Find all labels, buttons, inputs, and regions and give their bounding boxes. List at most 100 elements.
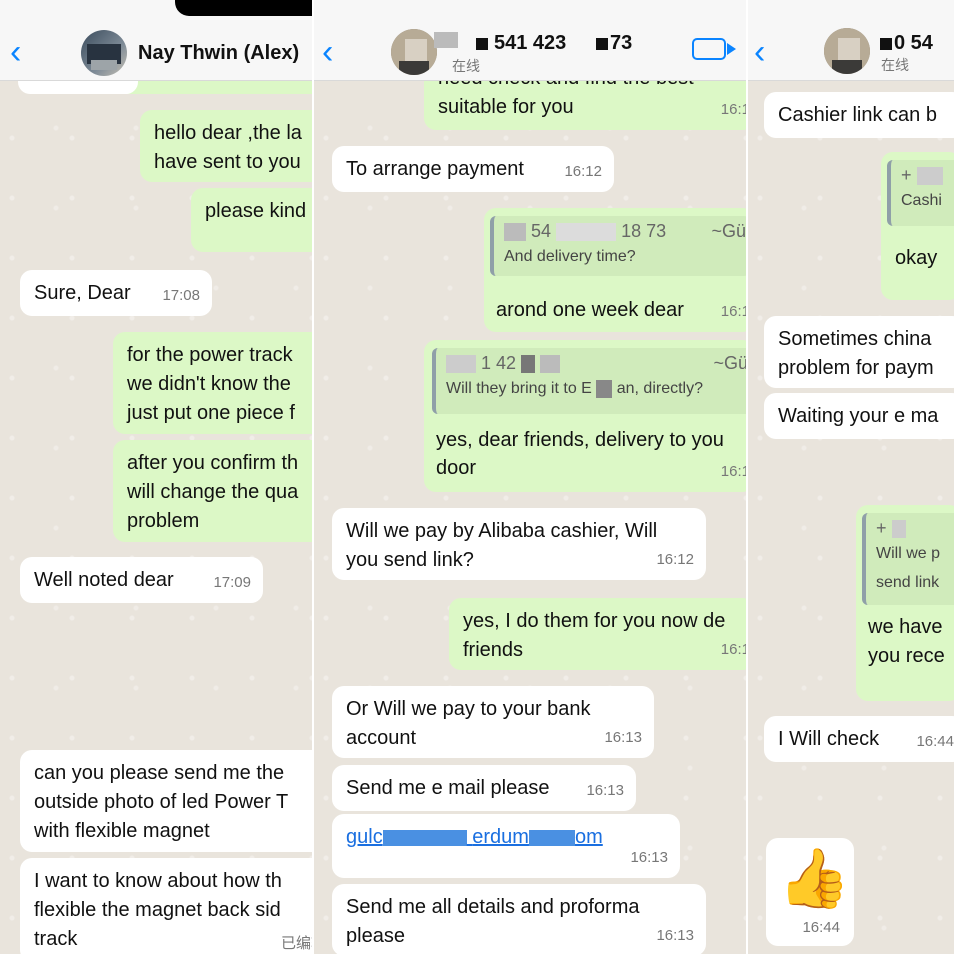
- avatar[interactable]: [391, 29, 437, 75]
- message-text: outside photo of led Power T: [34, 791, 289, 813]
- message-time: 16:12: [564, 163, 602, 180]
- message-text: we have: [868, 616, 943, 638]
- message-text: Well noted dear: [34, 569, 174, 591]
- redacted-block: [548, 829, 575, 846]
- message-text: yes, I do them for you now de: [463, 610, 726, 632]
- redacted-block: [446, 355, 476, 374]
- message-bubble[interactable]: please kind: [191, 188, 312, 252]
- back-chevron-icon[interactable]: ‹: [10, 35, 21, 69]
- message-text: I Will check: [778, 728, 880, 750]
- message-bubble[interactable]: Send me e mail please 16:13: [332, 765, 636, 811]
- message-bubble[interactable]: Send me all details and proforma please …: [332, 884, 706, 954]
- quote-text: an, directly?: [616, 380, 703, 397]
- message-text: friends: [463, 639, 524, 661]
- message-time: 16:1: [720, 463, 746, 480]
- redacted-block: [528, 829, 549, 846]
- message-bubble[interactable]: 1 42 ~Gü Will they bring it to E an, dir…: [424, 340, 746, 492]
- message-bubble[interactable]: + Will we p send link we have you rece: [856, 505, 954, 701]
- message-text: with flexible magnet: [34, 820, 210, 842]
- message-text: account: [346, 727, 417, 749]
- email-link-part: erdum: [472, 826, 529, 848]
- email-link[interactable]: gulc erdum om: [346, 823, 666, 852]
- back-chevron-icon[interactable]: ‹: [322, 35, 333, 69]
- message-text: problem: [127, 510, 200, 532]
- message-bubble[interactable]: Cashier link can b: [764, 92, 954, 138]
- message-bubble[interactable]: Sure, Dear 17:08: [20, 270, 212, 316]
- quote-author: +: [876, 518, 887, 538]
- message-bubble[interactable]: after you confirm th will change the qua…: [113, 440, 312, 542]
- quoted-message[interactable]: 54 18 73 ~Gü And delivery time?: [490, 216, 746, 276]
- avatar[interactable]: [824, 28, 870, 74]
- message-bubble[interactable]: hello dear ,the la have sent to you: [140, 110, 312, 182]
- email-link-part: gulc: [346, 826, 383, 848]
- message-text: Sometimes china: [778, 328, 932, 350]
- message-bubble[interactable]: 54 18 73 ~Gü And delivery time? arond on…: [484, 208, 746, 332]
- message-text: can you please send me the: [34, 762, 285, 784]
- chat-header: ‹ Nay Thwin (Alex): [0, 0, 312, 81]
- message-bubble[interactable]: 👍 16:44: [766, 838, 854, 946]
- message-bubble[interactable]: yes, I do them for you now de friends 16…: [449, 598, 746, 670]
- back-chevron-icon[interactable]: ‹: [754, 35, 765, 69]
- avatar-image: [824, 28, 870, 74]
- message-text: Will we pay by Alibaba cashier, Will: [346, 520, 658, 542]
- message-bubble-partial: [18, 80, 138, 94]
- edited-label: 已编辑: [280, 935, 312, 952]
- contact-name[interactable]: Nay Thwin (Alex): [138, 42, 299, 65]
- message-bubble[interactable]: To arrange payment 16:12: [332, 146, 614, 192]
- message-text: Send me all details and proforma: [346, 896, 640, 918]
- message-bubble[interactable]: gulc erdum om 16:13: [332, 814, 680, 878]
- message-bubble[interactable]: Waiting your e ma: [764, 393, 954, 439]
- contact-name[interactable]: 541 423: [494, 32, 566, 55]
- message-text: yes, dear friends, delivery to you: [436, 429, 724, 451]
- quoted-message[interactable]: + Will we p send link: [862, 513, 954, 605]
- message-bubble[interactable]: I Will check 16:44: [764, 716, 954, 762]
- chat-header: ‹ 541 423 73 在线: [314, 0, 746, 81]
- redacted-block: [521, 355, 536, 374]
- message-bubble[interactable]: Or Will we pay to your bank account 16:1…: [332, 686, 654, 758]
- quote-text: send link: [876, 574, 940, 591]
- message-text: Sure, Dear: [34, 282, 131, 304]
- message-text: please kind: [205, 200, 307, 222]
- message-bubble[interactable]: Sometimes china problem for paym: [764, 316, 954, 388]
- message-bubble[interactable]: + Cashi okay: [881, 152, 954, 300]
- message-text: hello dear ,the la: [154, 122, 302, 144]
- quote-author: 54: [531, 221, 552, 241]
- message-bubble[interactable]: Well noted dear 17:09: [20, 557, 263, 603]
- message-text: flexible the magnet back sid: [34, 899, 281, 921]
- quote-author: 1 42: [481, 353, 517, 373]
- message-text: Waiting your e ma: [778, 405, 939, 427]
- message-text: Send me e mail please: [346, 777, 550, 799]
- video-call-icon[interactable]: [692, 38, 736, 60]
- message-text: I want to know about how th: [34, 870, 282, 892]
- quoted-message[interactable]: 1 42 ~Gü Will they bring it to E an, dir…: [432, 348, 746, 414]
- quoted-message[interactable]: + Cashi: [887, 160, 954, 226]
- quote-text: Will they bring it to E: [446, 380, 592, 397]
- redacted-block: [476, 38, 488, 50]
- avatar[interactable]: [81, 30, 127, 76]
- message-text: have sent to you: [154, 151, 301, 173]
- message-time: 16:1: [720, 101, 746, 118]
- message-bubble[interactable]: Will we pay by Alibaba cashier, Will you…: [332, 508, 706, 580]
- message-time: 16:13: [656, 927, 694, 944]
- message-text: you send link?: [346, 549, 474, 571]
- message-time: 16:1: [720, 641, 746, 658]
- redacted-block: [916, 167, 943, 186]
- message-text: arond one week dear: [496, 299, 684, 321]
- message-time: 16:13: [586, 782, 624, 799]
- message-bubble[interactable]: I want to know about how th flexible the…: [20, 858, 312, 954]
- message-text: will change the qua: [127, 481, 299, 503]
- redacted-block: [406, 829, 467, 846]
- quote-text: Cashi: [901, 192, 942, 209]
- message-text: track: [34, 928, 78, 950]
- redacted-block: [880, 38, 892, 50]
- status-bar-notch: [175, 0, 312, 16]
- contact-name[interactable]: 0 54: [894, 32, 933, 55]
- quote-author-tail: 18 73: [621, 221, 667, 241]
- quote-text: Will we p: [876, 545, 941, 562]
- message-bubble[interactable]: can you please send me the outside photo…: [20, 750, 312, 852]
- avatar-image: [87, 44, 121, 70]
- message-text: please: [346, 925, 405, 947]
- message-text: To arrange payment: [346, 158, 524, 180]
- message-text: Or Will we pay to your bank: [346, 698, 591, 720]
- message-bubble[interactable]: for the power track we didn't know the j…: [113, 332, 312, 434]
